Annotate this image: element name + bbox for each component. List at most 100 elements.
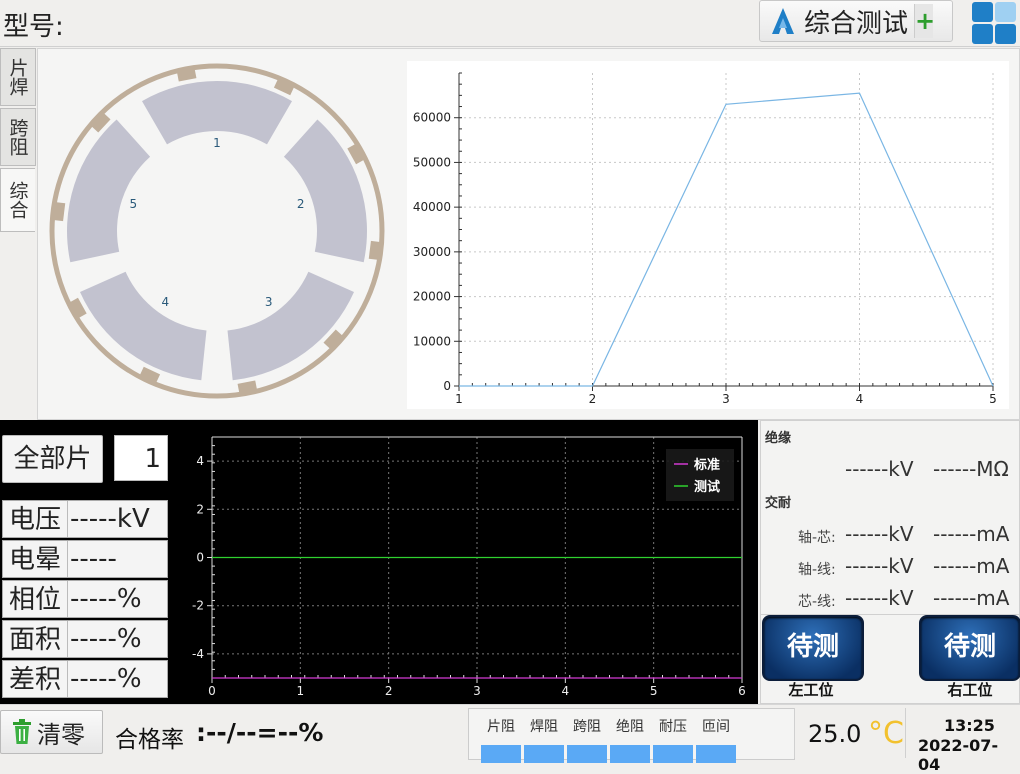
right-station-label: 右工位 xyxy=(947,681,993,699)
tab-comprehensive[interactable]: 综合 xyxy=(0,168,35,232)
param-value: -----% xyxy=(70,624,142,654)
divider xyxy=(905,708,906,758)
legend-label: 标准 xyxy=(693,457,720,473)
rotor-segment xyxy=(142,81,292,145)
param-corona: 电晕 ----- xyxy=(2,540,168,578)
status-indicator xyxy=(696,745,736,763)
all-pieces-button[interactable]: 全部片 xyxy=(2,435,103,483)
clock-time: 13:25 xyxy=(944,716,995,735)
x-tick-label: 1 xyxy=(297,684,305,698)
ac-row-label: 轴-芯: xyxy=(798,530,836,546)
y-tick-label: 10000 xyxy=(413,334,451,348)
ac-row-ma: ------mA xyxy=(933,554,1010,578)
ac-withstand-title: 交耐 xyxy=(765,496,792,511)
y-tick-label: 2 xyxy=(196,502,204,516)
chart-background xyxy=(407,61,1009,409)
clear-button-label: 清零 xyxy=(37,720,85,749)
x-tick-label: 3 xyxy=(473,684,481,698)
status-item-label: 耐压 xyxy=(659,719,687,735)
x-tick-label: 0 xyxy=(208,684,216,698)
status-item-label: 焊阻 xyxy=(530,719,558,735)
ring-tab xyxy=(368,240,384,261)
segment-number-label: 2 xyxy=(297,197,305,211)
param-value: -----% xyxy=(70,584,142,614)
y-tick-label: 50000 xyxy=(413,155,451,169)
x-tick-label: 5 xyxy=(650,684,658,698)
param-value: ----- xyxy=(70,544,117,574)
celsius-icon: °C xyxy=(868,716,904,751)
ring-tab xyxy=(176,65,197,82)
legend-label: 测试 xyxy=(694,479,720,495)
param-voltage: 电压 -----kV xyxy=(2,500,168,538)
y-tick-label: 0 xyxy=(196,551,204,565)
status-indicator xyxy=(567,745,607,763)
status-indicator xyxy=(653,745,693,763)
right-station-button[interactable]: 待测 xyxy=(919,615,1020,681)
status-indicator xyxy=(610,745,650,763)
param-area: 面积 -----% xyxy=(2,620,168,658)
y-tick-label: 0 xyxy=(443,379,451,393)
x-tick-label: 6 xyxy=(738,684,746,698)
ac-row-ma: ------mA xyxy=(933,522,1010,546)
tab-piece-weld[interactable]: 片焊 xyxy=(0,48,36,106)
param-label: 面积 xyxy=(3,621,68,657)
x-tick-label: 4 xyxy=(856,392,864,406)
param-phase: 相位 -----% xyxy=(2,580,168,618)
ac-row-kv: ------kV xyxy=(845,554,914,578)
side-tab-strip: 片焊 跨阻 综合 xyxy=(0,48,37,234)
param-label: 差积 xyxy=(3,661,68,697)
param-diff-area: 差积 -----% xyxy=(2,660,168,698)
status-item: 焊阻 xyxy=(524,709,564,763)
x-tick-label: 3 xyxy=(722,392,730,406)
segment-number-label: 1 xyxy=(213,136,221,150)
x-tick-label: 1 xyxy=(455,392,463,406)
param-label: 电晕 xyxy=(3,541,68,577)
y-tick-label: -4 xyxy=(192,647,204,661)
clock-date: 2022-07-04 xyxy=(918,736,999,774)
test-status-strip: 片阻 焊阻 跨阻 绝阻 耐压 匝间 xyxy=(468,708,795,763)
add-icon[interactable]: + xyxy=(914,4,935,38)
y-tick-label: 4 xyxy=(196,454,204,468)
status-item-label: 绝阻 xyxy=(616,719,644,735)
trash-icon xyxy=(13,719,31,744)
status-item-label: 跨阻 xyxy=(573,719,601,735)
app-logo-icon xyxy=(772,8,794,34)
x-tick-label: 4 xyxy=(562,684,570,698)
status-item: 耐压 xyxy=(653,709,693,763)
y-tick-label: 20000 xyxy=(413,290,451,304)
clear-button[interactable]: 清零 xyxy=(0,710,103,754)
ac-row-kv: ------kV xyxy=(845,522,914,546)
insulation-title: 绝缘 xyxy=(765,431,792,446)
mode-button-label: 综合测试 xyxy=(804,8,909,39)
waveform-chart: 0 1 2 3 4 5 6 -4 -2 0 2 4 标准测试 xyxy=(172,423,756,702)
insulation-kv: ------kV xyxy=(845,457,914,481)
pass-rate-value: :--/--=--% xyxy=(196,718,324,747)
param-label: 相位 xyxy=(3,581,68,617)
param-value: -----% xyxy=(70,664,142,694)
divider xyxy=(794,708,795,758)
tab-span-resistance[interactable]: 跨阻 xyxy=(0,108,36,166)
status-item: 绝阻 xyxy=(610,709,650,763)
x-tick-label: 5 xyxy=(989,392,997,406)
grid-menu-icon[interactable] xyxy=(971,1,1017,45)
temperature-value: 25.0 xyxy=(808,720,862,748)
rotor-segment xyxy=(80,271,207,381)
y-tick-label: 60000 xyxy=(413,111,451,125)
pass-rate-label: 合格率 xyxy=(115,727,184,753)
y-tick-label: 40000 xyxy=(413,200,451,214)
mode-select-button[interactable]: 综合测试 + xyxy=(759,0,953,42)
left-station-button[interactable]: 待测 xyxy=(762,615,864,681)
ac-row-label: 轴-线: xyxy=(798,562,836,578)
status-item-label: 片阻 xyxy=(487,719,515,735)
ac-row-kv: ------kV xyxy=(845,586,914,610)
param-value: -----kV xyxy=(70,504,150,534)
insulation-mohm: ------MΩ xyxy=(933,457,1009,481)
model-label: 型号: xyxy=(3,12,64,42)
segment-number-label: 3 xyxy=(265,295,273,309)
status-item-label: 匝间 xyxy=(702,719,730,735)
status-item: 匝间 xyxy=(696,709,736,763)
ring-tab xyxy=(50,201,66,222)
status-indicator xyxy=(481,745,521,763)
ring-tab xyxy=(237,380,258,397)
piece-count-input[interactable]: 1 xyxy=(114,435,168,481)
